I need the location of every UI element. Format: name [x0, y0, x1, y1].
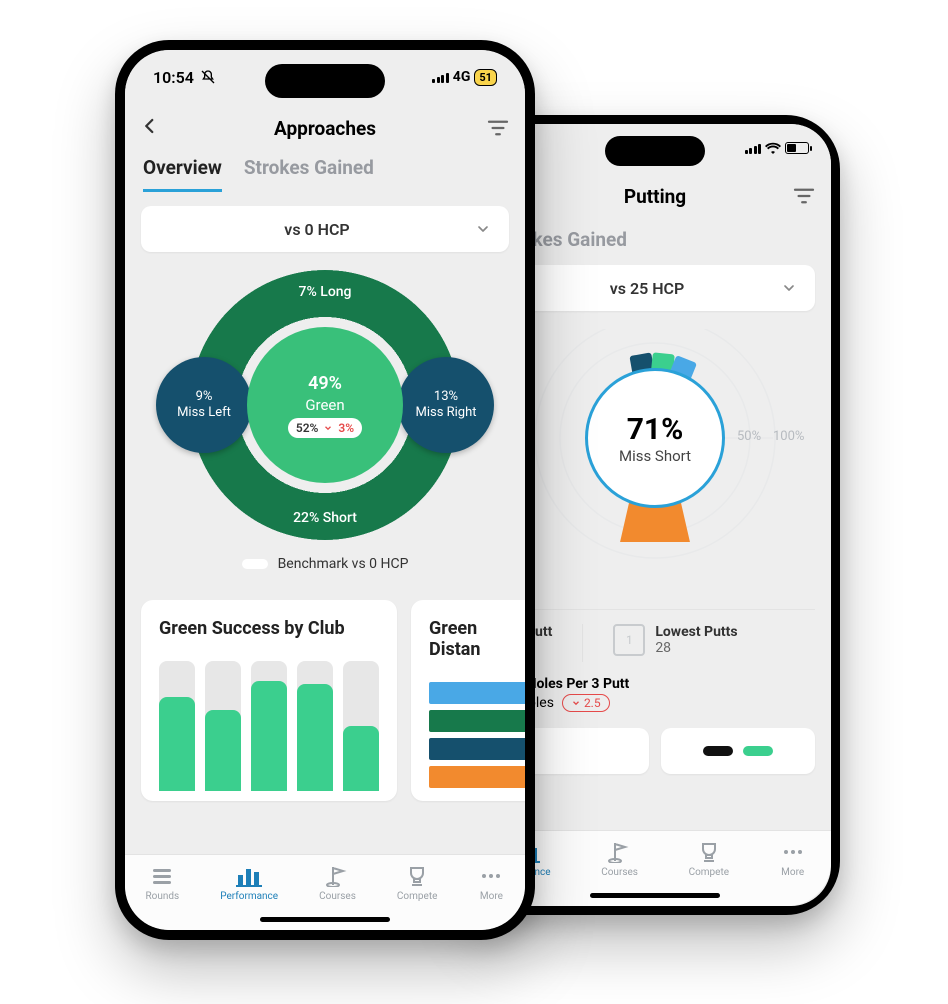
benchmark-selector[interactable]: vs 25 HCP — [495, 265, 815, 311]
strip-chart — [429, 682, 525, 788]
card-title: Green Distan — [429, 618, 525, 660]
bar — [343, 661, 379, 791]
filter-button[interactable] — [487, 119, 509, 137]
benchmark-pill: 52% 3% — [288, 418, 362, 438]
delta-pill: 2.5 — [562, 694, 610, 712]
status-time: 10:54 — [153, 68, 194, 87]
bar-chart-icon — [236, 865, 262, 887]
tab-compete[interactable]: Compete — [397, 865, 437, 902]
signal-icon — [432, 71, 449, 83]
home-indicator — [590, 893, 720, 898]
network-label: 4G — [453, 69, 471, 85]
tab-compete[interactable]: Compete — [689, 841, 729, 878]
stats-row: gest Putt t 1 Lowest Putts 28 — [495, 609, 815, 662]
page-title: Approaches — [274, 117, 376, 140]
list-icon — [149, 865, 175, 887]
tab-courses[interactable]: Courses — [319, 865, 356, 902]
chevron-down-icon — [323, 423, 333, 433]
more-icon — [478, 865, 504, 887]
stat-lowest-putts: 1 Lowest Putts 28 — [613, 624, 737, 656]
tab-more[interactable]: More — [478, 865, 504, 902]
page-title: Putting — [624, 185, 686, 208]
benchmark-value: vs 0 HCP — [159, 220, 475, 239]
chevron-down-icon — [571, 698, 581, 708]
benchmark-value: vs 25 HCP — [513, 279, 781, 298]
phone-approaches: 10:54 4G 51 Approaches Over — [115, 40, 535, 940]
scorecard-icon: 1 — [613, 624, 645, 656]
home-indicator — [260, 917, 390, 922]
putting-gauge: 50% 100% 71% Miss Short — [495, 329, 815, 603]
tab-strokes-gained[interactable]: Strokes Gained — [244, 156, 374, 192]
bar — [159, 661, 195, 791]
dial-long: 7% Long — [299, 284, 352, 300]
tab-more[interactable]: More — [780, 841, 806, 878]
battery-icon — [785, 142, 809, 154]
mini-card[interactable] — [661, 728, 815, 774]
back-button[interactable] — [141, 114, 159, 143]
card-title: Green Success by Club — [159, 618, 379, 639]
mini-cards — [495, 728, 815, 774]
chevron-left-icon — [141, 114, 159, 138]
tab-rounds[interactable]: Rounds — [146, 865, 180, 902]
bar — [297, 661, 333, 791]
cards-row: Green Success by Club Green Distan — [141, 600, 525, 801]
flag-icon — [325, 865, 351, 887]
signal-icon — [745, 142, 762, 154]
tab-bar: Rounds Performance Courses Compete More — [125, 854, 525, 930]
chevron-down-icon — [781, 280, 797, 296]
miss-right-bubble: 13% Miss Right — [398, 357, 494, 453]
card-green-by-club[interactable]: Green Success by Club — [141, 600, 397, 801]
navbar: Approaches — [125, 104, 525, 152]
more-icon — [780, 841, 806, 863]
bar-chart — [159, 661, 379, 791]
tab-overview[interactable]: Overview — [143, 156, 222, 192]
dial-center: 49% Green 52% 3% — [247, 327, 403, 483]
filter-button[interactable] — [793, 187, 815, 205]
gauge-center: 71% Miss Short — [585, 368, 725, 508]
tab-performance[interactable]: Performance — [220, 865, 278, 902]
dynamic-island — [605, 136, 705, 166]
battery-badge: 51 — [474, 69, 497, 86]
miss-left-bubble: 9% Miss Left — [156, 357, 252, 453]
bar — [205, 661, 241, 791]
bar — [251, 661, 287, 791]
wifi-icon — [765, 142, 781, 154]
tabs: Overview Strokes Gained — [125, 152, 525, 192]
tick-100: 100% — [773, 429, 804, 444]
dynamic-island — [265, 64, 385, 98]
benchmark-selector[interactable]: vs 0 HCP — [141, 206, 509, 252]
flag-icon — [607, 841, 633, 863]
benchmark-legend: Benchmark vs 0 HCP — [242, 556, 409, 572]
tick-50: 50% — [737, 429, 761, 444]
tab-courses[interactable]: Courses — [601, 841, 638, 878]
card-green-by-distance[interactable]: Green Distan — [411, 600, 525, 801]
trophy-icon — [404, 865, 430, 887]
dial-short: 22% Short — [293, 510, 357, 526]
approach-dial: 7% Long 22% Short 9% Miss Left 13% Miss … — [141, 266, 509, 586]
gauge-percent: 71% — [627, 412, 684, 447]
trophy-icon — [696, 841, 722, 863]
legend-chip — [242, 559, 268, 569]
divider — [582, 624, 583, 662]
chevron-down-icon — [475, 221, 491, 237]
silent-icon — [200, 69, 216, 85]
gauge-label: Miss Short — [619, 447, 691, 465]
stat-avg-3putt: Avg. Holes Per 3 Putt 5.3 Holes 2.5 — [495, 676, 815, 712]
